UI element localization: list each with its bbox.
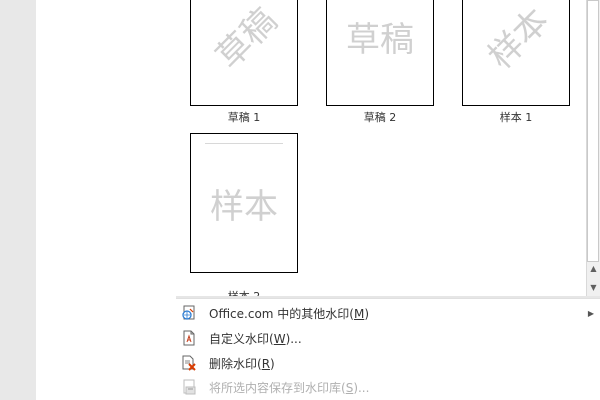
watermark-gallery: 草稿 草稿 1 草稿 草稿 2 样本 样本 1 样本 样本 2: [176, 0, 586, 296]
thumb-caption: 样本 2: [190, 288, 298, 296]
watermark-text: 样本: [480, 0, 557, 77]
submenu-arrow-icon: ▶: [587, 308, 594, 318]
watermark-thumb-draft-1[interactable]: 草稿: [190, 0, 298, 106]
remove-watermark-icon: [181, 355, 197, 371]
custom-watermark-icon: [181, 330, 197, 346]
menu-remove-watermark[interactable]: 删除水印(R): [176, 351, 600, 375]
thumb-caption: 草稿 1: [227, 111, 261, 124]
watermark-text: 草稿: [208, 0, 285, 77]
menu-label: 删除水印(R): [209, 356, 275, 371]
menu-more-watermarks-office[interactable]: Office.com 中的其他水印(M) ▶: [176, 301, 600, 325]
document-page-area: [36, 0, 176, 400]
watermark-thumb-sample-2[interactable]: 样本: [190, 133, 298, 273]
thumb-caption: 草稿 2: [363, 111, 397, 124]
menu-custom-watermark[interactable]: 自定义水印(W)...: [176, 326, 600, 350]
left-margin: [0, 0, 36, 400]
scroll-up-icon[interactable]: ▲: [589, 264, 598, 273]
watermark-thumb-sample-1[interactable]: 样本: [462, 0, 570, 106]
scrollbar-thumb[interactable]: [587, 0, 599, 262]
gallery-scrollbar[interactable]: ▲ ▼: [586, 0, 600, 296]
menu-label: Office.com 中的其他水印(M): [209, 306, 370, 321]
menu-label: 自定义水印(W)...: [209, 331, 302, 346]
watermark-thumb-draft-2[interactable]: 草稿: [326, 0, 434, 106]
watermark-text: 样本: [210, 186, 278, 227]
office-watermark-icon: [181, 305, 197, 321]
save-to-gallery-icon: [181, 379, 197, 395]
scroll-down-icon[interactable]: ▼: [589, 283, 598, 292]
menu-label: 将所选内容保存到水印库(S)...: [209, 380, 370, 395]
watermark-text: 草稿: [346, 19, 414, 60]
thumb-caption: 样本 1: [499, 111, 533, 124]
menu-save-to-watermark-gallery: 将所选内容保存到水印库(S)...: [176, 375, 600, 399]
watermark-menu: Office.com 中的其他水印(M) ▶ 自定义水印(W)... 删除水印(…: [176, 298, 600, 400]
